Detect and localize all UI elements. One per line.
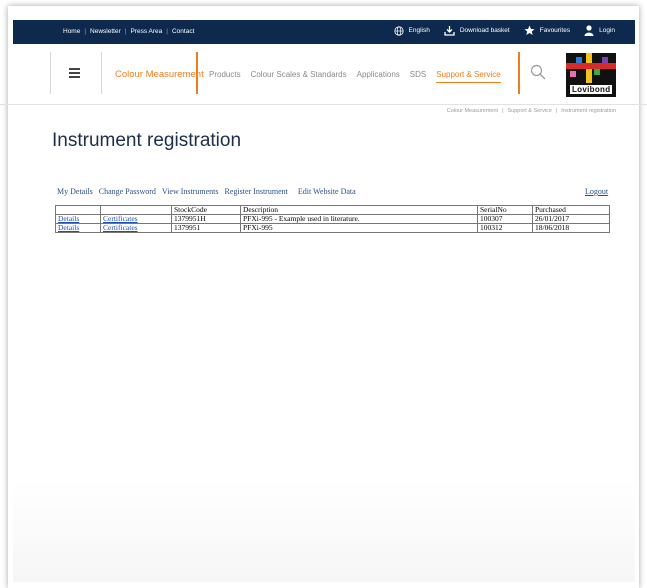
favourites-label: Favourites — [539, 27, 571, 34]
header-divider — [0, 104, 647, 105]
nav-colour-scales[interactable]: Colour Scales & Standards — [251, 70, 347, 83]
nav-applications[interactable]: Applications — [357, 70, 400, 83]
lovibond-logo[interactable]: Lovibond — [566, 53, 616, 97]
contact-link[interactable]: Contact — [172, 28, 194, 35]
separator: | — [84, 28, 87, 35]
user-icon — [584, 25, 594, 36]
search-button[interactable] — [530, 64, 546, 85]
page-title: Instrument registration — [52, 130, 242, 151]
change-password-link[interactable]: Change Password — [99, 187, 156, 196]
nav-sds[interactable]: SDS — [410, 70, 426, 83]
download-basket-label: Download basket — [459, 27, 510, 34]
press-area-link[interactable]: Press Area — [130, 28, 162, 35]
colour-measurement-link[interactable]: Colour Measurement — [115, 69, 204, 80]
instruments-table: StockCode Description SerialNo Purchased… — [55, 205, 610, 233]
account-subnav: My Details Change Password View Instrume… — [57, 187, 362, 196]
serialno-cell: 100312 — [477, 223, 533, 233]
description-cell: PFXi-995 — [240, 223, 478, 233]
breadcrumb: Colour Measurement | Support & Service |… — [447, 108, 616, 114]
main-header: Colour Measurement Products Colour Scale… — [13, 44, 635, 104]
nav-products[interactable]: Products — [209, 70, 241, 83]
newsletter-link[interactable]: Newsletter — [90, 28, 121, 35]
table-cell: Certificates — [100, 223, 172, 233]
certificates-link[interactable]: Certificates — [103, 214, 138, 223]
hamburger-line — [69, 68, 80, 70]
home-link[interactable]: Home — [63, 28, 80, 35]
divider — [518, 52, 520, 94]
breadcrumb-current: Instrument registration — [561, 108, 616, 114]
language-selector[interactable]: English — [393, 25, 430, 36]
hamburger-line — [69, 72, 80, 74]
breadcrumb-item[interactable]: Colour Measurement — [447, 108, 498, 114]
search-icon — [530, 64, 546, 80]
top-links: Home | Newsletter | Press Area | Contact — [63, 28, 194, 35]
top-bar: Home | Newsletter | Press Area | Contact… — [13, 20, 635, 44]
breadcrumb-item[interactable]: Support & Service — [508, 108, 552, 114]
divider — [196, 52, 198, 94]
table-cell: Details — [55, 223, 101, 233]
breadcrumb-separator: | — [555, 108, 558, 114]
separator: | — [124, 28, 127, 35]
logo-text: Lovibond — [570, 85, 613, 94]
edit-website-data-link[interactable]: Edit Website Data — [298, 187, 356, 196]
logo-mark — [566, 53, 616, 83]
my-details-link[interactable]: My Details — [57, 187, 93, 196]
breadcrumb-separator: | — [502, 108, 504, 114]
table-row: Details Certificates 1379951H PFXi-995 -… — [55, 214, 610, 224]
login-label: Login — [599, 27, 615, 34]
view-instruments-link[interactable]: View Instruments — [162, 187, 219, 196]
globe-icon — [393, 25, 404, 36]
certificates-link[interactable]: Certificates — [103, 223, 138, 232]
favourites-link[interactable]: Favourites — [524, 25, 570, 36]
menu-button[interactable] — [50, 52, 102, 94]
login-link[interactable]: Login — [584, 25, 615, 36]
main-nav: Products Colour Scales & Standards Appli… — [209, 70, 501, 83]
stockcode-cell: 1379951 — [171, 223, 241, 233]
page-footer-area — [13, 480, 635, 582]
nav-support-service[interactable]: Support & Service — [436, 70, 501, 83]
download-icon — [444, 26, 455, 36]
table-row: Details Certificates 1379951 PFXi-995 10… — [55, 223, 610, 233]
description-cell: PFXi-995 - Example used in literature. — [240, 214, 478, 224]
details-link[interactable]: Details — [58, 223, 79, 232]
hamburger-line — [69, 76, 80, 78]
star-icon — [524, 25, 535, 35]
download-basket-link[interactable]: Download basket — [444, 25, 510, 36]
top-actions: English Download basket Favourites Login — [393, 25, 615, 36]
language-label: English — [408, 27, 430, 34]
register-instrument-link[interactable]: Register Instrument — [225, 187, 288, 196]
separator: | — [166, 28, 168, 35]
logout-link[interactable]: Logout — [585, 187, 608, 196]
details-link[interactable]: Details — [58, 214, 79, 223]
purchased-cell: 18/06/2018 — [532, 223, 610, 233]
